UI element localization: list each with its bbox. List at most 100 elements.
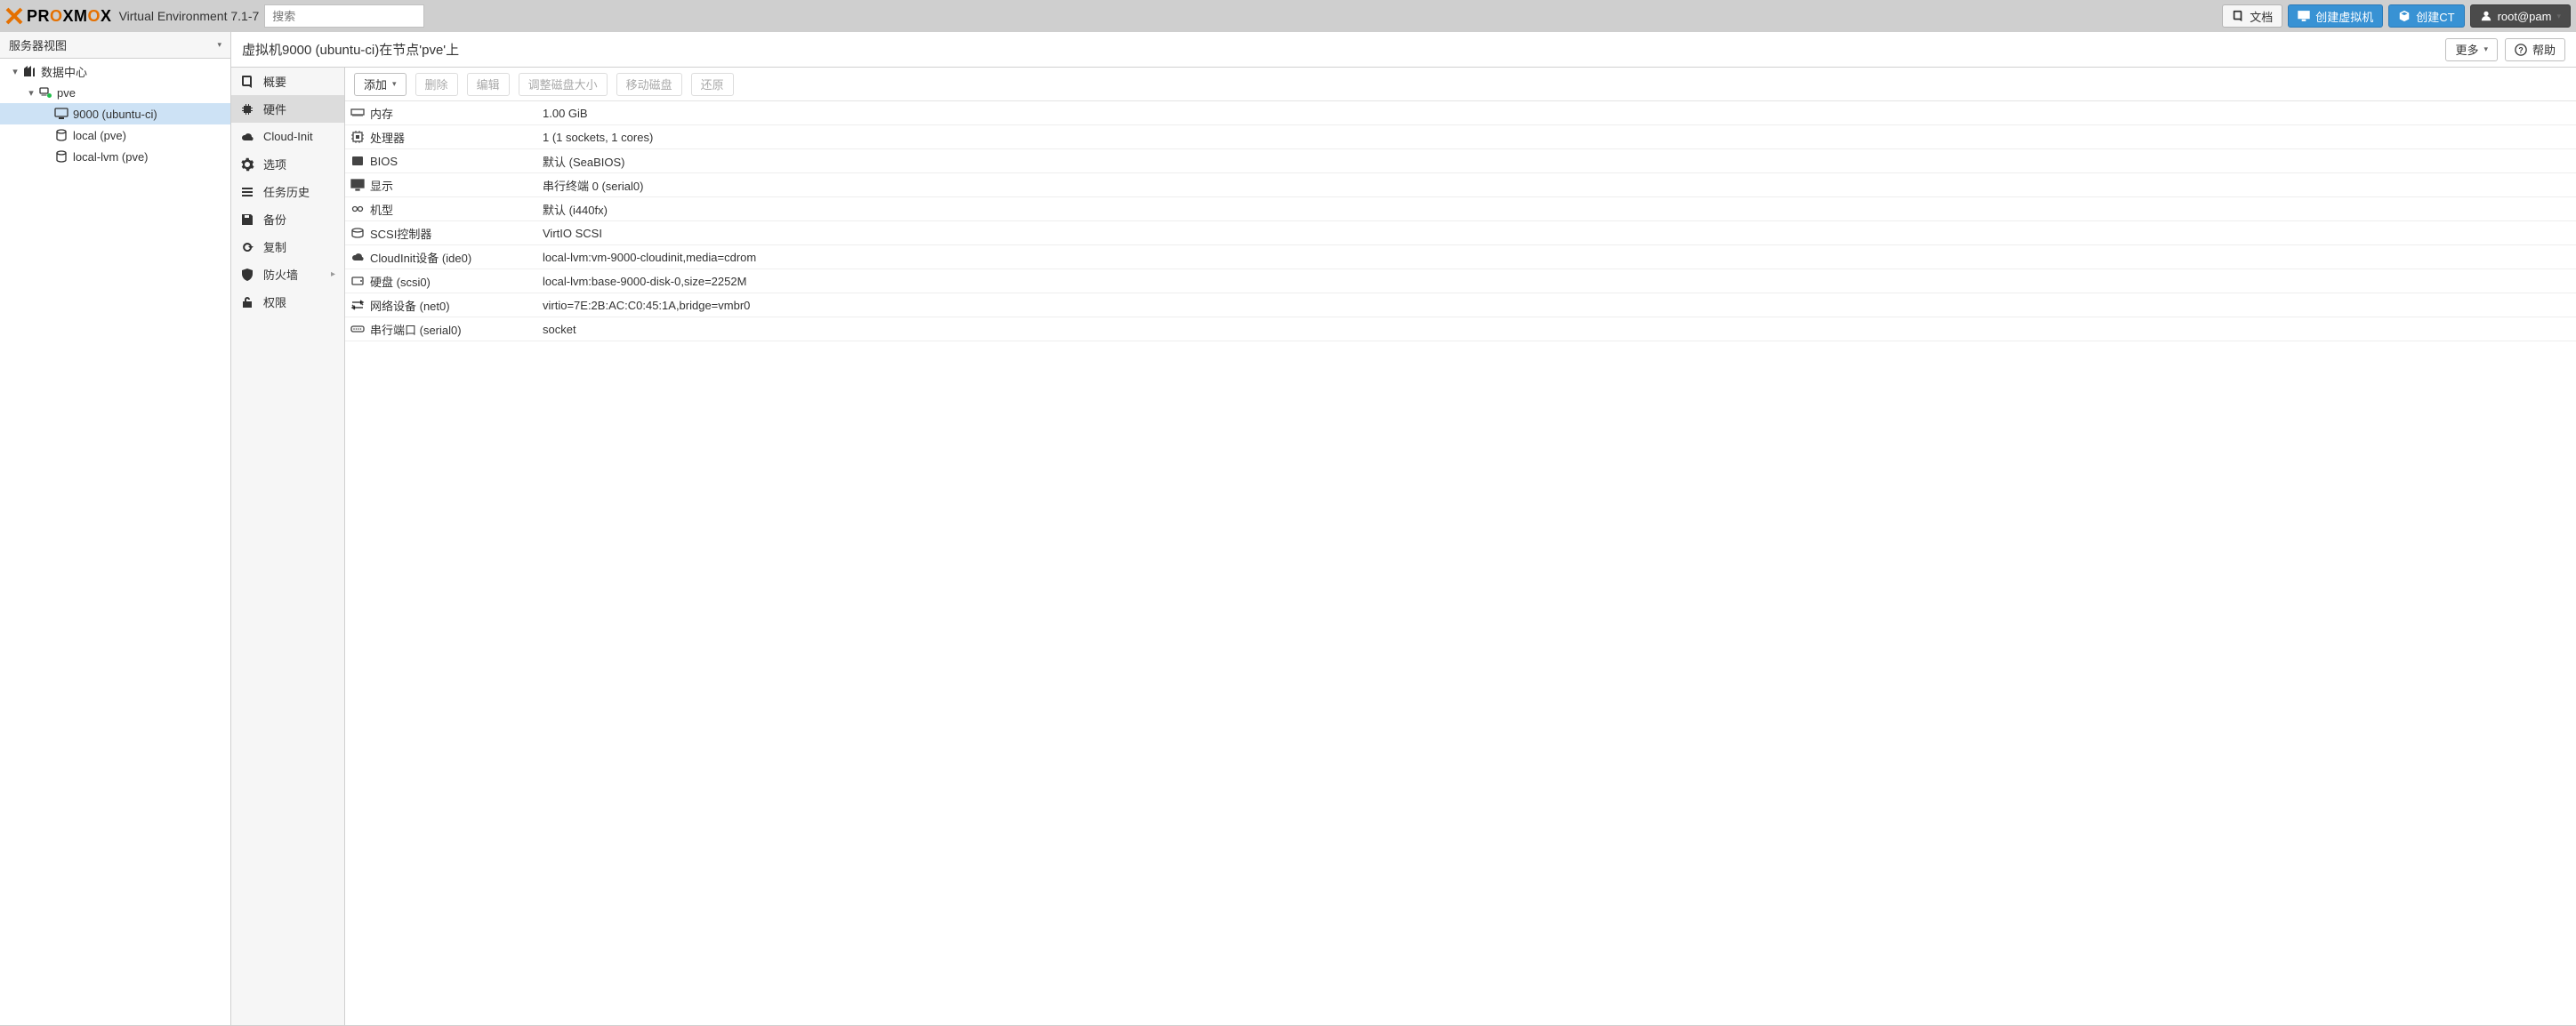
more-label: 更多: [2455, 41, 2478, 58]
hardware-row[interactable]: CloudInit设备 (ide0)local-lvm:vm-9000-clou…: [345, 245, 2576, 269]
storage-icon: [54, 149, 68, 164]
add-button[interactable]: 添加 ▾: [354, 73, 407, 96]
menu-item-perm[interactable]: 权限: [231, 288, 344, 316]
menu-item-taskhist[interactable]: 任务历史: [231, 178, 344, 205]
menu-item-cloudinit[interactable]: Cloud-Init: [231, 123, 344, 150]
hardware-value: 默认 (SeaBIOS): [539, 153, 2576, 170]
remove-button[interactable]: 删除: [415, 73, 458, 96]
cpu-icon: [350, 130, 365, 144]
hardware-row[interactable]: 显示串行终端 0 (serial0): [345, 173, 2576, 197]
disk-icon: [350, 274, 365, 288]
tree-body: ▾ 数据中心 ▾pve 9000 (ubuntu-ci) local (pve) loca…: [0, 59, 230, 1025]
menu-item-options[interactable]: 选项: [231, 150, 344, 178]
edit-button[interactable]: 编辑: [467, 73, 510, 96]
menu-item-label: 防火墙: [263, 266, 298, 283]
tree-item-label: 数据中心: [41, 63, 87, 80]
hardware-row[interactable]: 内存1.00 GiB: [345, 101, 2576, 125]
chevron-right-icon: ▸: [331, 269, 335, 279]
hardware-key: 硬盘 (scsi0): [370, 273, 539, 290]
tree-item-local[interactable]: local (pve): [0, 124, 230, 146]
scsi-icon: [350, 226, 365, 240]
chevron-down-icon: ▾: [2483, 44, 2488, 54]
tree-item-vm9000[interactable]: 9000 (ubuntu-ci): [0, 103, 230, 124]
hardware-value: 1 (1 sockets, 1 cores): [539, 131, 2576, 144]
tree-item-datacenter[interactable]: ▾ 数据中心: [0, 60, 230, 82]
book-icon: [2232, 10, 2244, 22]
tree-item-label: 9000 (ubuntu-ci): [73, 108, 157, 121]
bios-icon: [350, 154, 365, 168]
hardware-key: CloudInit设备 (ide0): [370, 249, 539, 266]
hardware-key: 处理器: [370, 129, 539, 146]
app-header: PROXMOX Virtual Environment 7.1-7 文档 创建虚…: [0, 0, 2576, 32]
tree-view-selector[interactable]: 服务器视图 ▾: [0, 32, 230, 59]
move-label: 移动磁盘: [626, 76, 672, 92]
monitor-icon: [2298, 10, 2310, 22]
add-label: 添加: [364, 76, 387, 92]
hardware-row[interactable]: BIOS默认 (SeaBIOS): [345, 149, 2576, 173]
hardware-key: 显示: [370, 177, 539, 194]
menu-item-label: 选项: [263, 156, 286, 172]
cloud-icon: [240, 130, 254, 144]
tree-toggle-icon[interactable]: ▾: [25, 87, 37, 99]
search-input[interactable]: [264, 4, 424, 28]
help-button[interactable]: 帮助: [2505, 38, 2565, 61]
create-ct-label: 创建CT: [2416, 8, 2454, 25]
cube-icon: [2398, 10, 2411, 22]
shield-icon: [240, 268, 254, 282]
logo-x-icon: [5, 7, 23, 25]
hardware-row[interactable]: 串行端口 (serial0)socket: [345, 317, 2576, 341]
hardware-key: 串行端口 (serial0): [370, 321, 539, 338]
menu-item-label: 备份: [263, 211, 286, 228]
tree-item-locallvm[interactable]: local-lvm (pve): [0, 146, 230, 167]
unlock-icon: [240, 295, 254, 309]
resize-disk-button[interactable]: 调整磁盘大小: [519, 73, 608, 96]
menu-item-firewall[interactable]: 防火墙 ▸: [231, 261, 344, 288]
menu-item-label: 硬件: [263, 100, 286, 117]
page-title: 虚拟机9000 (ubuntu-ci)在节点'pve'上: [242, 40, 2438, 59]
create-vm-button[interactable]: 创建虚拟机: [2288, 4, 2383, 28]
logo-text: PROXMOX: [27, 7, 112, 26]
menu-item-replication[interactable]: 复制: [231, 233, 344, 261]
save-icon: [240, 212, 254, 227]
content-body: 概要硬件 Cloud-Init 选项任务历史备份复制防火墙 ▸ 权限 添加 ▾ 删除 编…: [231, 68, 2576, 1025]
menu-item-hardware[interactable]: 硬件: [231, 95, 344, 123]
docs-button[interactable]: 文档: [2222, 4, 2282, 28]
menu-item-summary[interactable]: 概要: [231, 68, 344, 95]
hardware-row[interactable]: 硬盘 (scsi0)local-lvm:base-9000-disk-0,siz…: [345, 269, 2576, 293]
hardware-toolbar: 添加 ▾ 删除 编辑 调整磁盘大小 移动磁盘: [345, 68, 2576, 101]
tree-toggle-icon[interactable]: ▾: [9, 66, 21, 77]
hardware-row[interactable]: 网络设备 (net0)virtio=7E:2B:AC:C0:45:1A,brid…: [345, 293, 2576, 317]
hardware-row[interactable]: SCSI控制器VirtIO SCSI: [345, 221, 2576, 245]
move-disk-button[interactable]: 移动磁盘: [616, 73, 682, 96]
hardware-row[interactable]: 机型默认 (i440fx): [345, 197, 2576, 221]
menu-item-label: Cloud-Init: [263, 130, 313, 143]
restore-label: 还原: [701, 76, 724, 92]
user-icon: [2480, 10, 2492, 22]
hardware-value: 1.00 GiB: [539, 107, 2576, 120]
hardware-key: 内存: [370, 105, 539, 122]
hardware-value: VirtIO SCSI: [539, 227, 2576, 240]
create-vm-label: 创建虚拟机: [2315, 8, 2373, 25]
menu-item-label: 复制: [263, 238, 286, 255]
hardware-key: SCSI控制器: [370, 225, 539, 242]
tree-item-pve[interactable]: ▾pve: [0, 82, 230, 103]
chevron-down-icon: ▾: [2556, 12, 2561, 21]
chevron-down-icon: ▾: [217, 40, 221, 50]
more-button[interactable]: 更多 ▾: [2445, 38, 2498, 61]
create-ct-button[interactable]: 创建CT: [2388, 4, 2464, 28]
tree-item-label: local-lvm (pve): [73, 150, 149, 164]
hardware-panel: 添加 ▾ 删除 编辑 调整磁盘大小 移动磁盘: [345, 68, 2576, 1025]
restore-button[interactable]: 还原: [691, 73, 734, 96]
content-panel: 虚拟机9000 (ubuntu-ci)在节点'pve'上 更多 ▾ 帮助 概要硬…: [231, 32, 2576, 1025]
resize-label: 调整磁盘大小: [528, 76, 598, 92]
hardware-key: 网络设备 (net0): [370, 297, 539, 314]
user-menu-button[interactable]: root@pam ▾: [2470, 4, 2571, 28]
menu-item-backup[interactable]: 备份: [231, 205, 344, 233]
menu-item-label: 概要: [263, 73, 286, 90]
chevron-down-icon: ▾: [392, 79, 397, 89]
server-icon: [22, 64, 36, 78]
net-icon: [350, 298, 365, 312]
hardware-value: virtio=7E:2B:AC:C0:45:1A,bridge=vmbr0: [539, 299, 2576, 312]
hardware-row[interactable]: 处理器1 (1 sockets, 1 cores): [345, 125, 2576, 149]
gear-icon: [240, 157, 254, 172]
